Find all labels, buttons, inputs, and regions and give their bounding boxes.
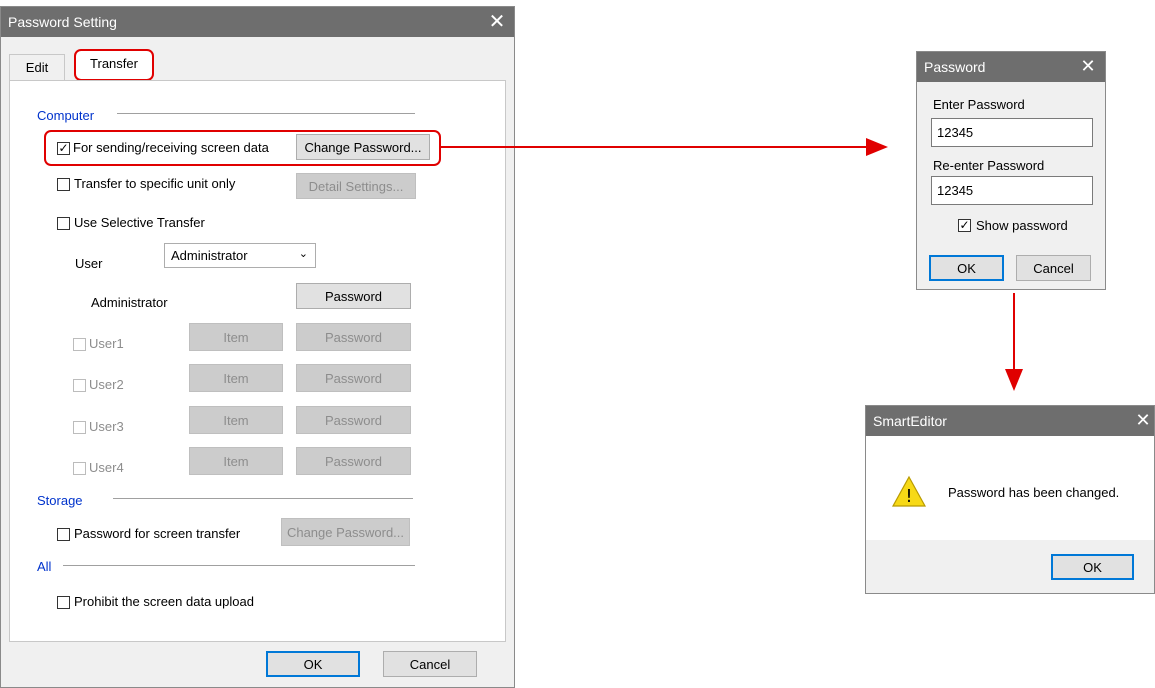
password-dialog-title: Password xyxy=(924,59,986,75)
user1-password-label: Password xyxy=(324,329,383,345)
selective-transfer-checkbox[interactable] xyxy=(57,217,70,230)
user-label: User xyxy=(75,256,103,271)
administrator-label: Administrator xyxy=(91,295,168,310)
enter-password-value: 12345 xyxy=(937,125,974,140)
password-cancel-button[interactable]: Cancel xyxy=(1016,255,1091,281)
user1-item-button[interactable]: Item xyxy=(189,323,283,351)
storage-change-password-button[interactable]: Change Password... xyxy=(281,518,410,546)
tab-edit-label: Edit xyxy=(25,60,49,75)
close-icon[interactable]: ✕ xyxy=(480,7,514,37)
detail-settings-button-label: Detail Settings... xyxy=(308,178,404,194)
specific-unit-checkbox[interactable] xyxy=(57,178,70,191)
all-group-divider xyxy=(63,565,415,566)
storage-change-password-label: Change Password... xyxy=(286,524,405,540)
show-password-label: Show password xyxy=(976,218,1068,233)
message-ok-label: OK xyxy=(1083,559,1102,575)
enter-password-label: Enter Password xyxy=(933,97,1025,112)
storage-group-divider xyxy=(113,498,413,499)
smarteditor-dialog: SmartEditor ✕ ! Password has been change… xyxy=(865,405,1155,594)
password-setting-dialog: Password Setting ✕ Edit Transfer Compute… xyxy=(0,6,515,688)
selective-transfer-label: Use Selective Transfer xyxy=(74,215,205,230)
prohibit-upload-checkbox[interactable] xyxy=(57,596,70,609)
user2-checkbox[interactable] xyxy=(73,379,86,392)
user4-password-button[interactable]: Password xyxy=(296,447,411,475)
user2-item-button[interactable]: Item xyxy=(189,364,283,392)
smarteditor-titlebar: SmartEditor ✕ xyxy=(866,406,1154,436)
reenter-password-field[interactable]: 12345 xyxy=(931,176,1093,205)
user2-item-label: Item xyxy=(223,370,249,386)
admin-password-button-label: Password xyxy=(324,288,383,304)
user3-checkbox[interactable] xyxy=(73,421,86,434)
user3-label: User3 xyxy=(89,419,124,434)
user2-password-button[interactable]: Password xyxy=(296,364,411,392)
warning-icon: ! xyxy=(891,475,927,507)
password-dialog: Password ✕ Enter Password 12345 Re-enter… xyxy=(916,51,1106,290)
arrowhead-right-icon xyxy=(866,138,888,156)
user-select[interactable]: Administrator ⌄ xyxy=(164,243,316,268)
svg-text:!: ! xyxy=(905,486,912,507)
user4-label: User4 xyxy=(89,460,124,475)
close-icon[interactable]: ✕ xyxy=(1071,52,1105,82)
user1-password-button[interactable]: Password xyxy=(296,323,411,351)
reenter-password-label: Re-enter Password xyxy=(933,158,1045,173)
tab-transfer[interactable]: Transfer xyxy=(74,49,154,81)
computer-group-divider xyxy=(117,113,415,114)
user4-checkbox[interactable] xyxy=(73,462,86,475)
detail-settings-button[interactable]: Detail Settings... xyxy=(296,173,416,199)
user3-item-label: Item xyxy=(223,412,249,428)
close-icon[interactable]: ✕ xyxy=(1132,406,1154,436)
admin-password-button[interactable]: Password xyxy=(296,283,411,309)
reenter-password-value: 12345 xyxy=(937,183,974,198)
change-password-button[interactable]: Change Password... xyxy=(296,134,430,160)
connector-arrow-vertical xyxy=(1013,293,1015,369)
change-password-button-label: Change Password... xyxy=(304,139,422,155)
chevron-down-icon: ⌄ xyxy=(298,247,308,260)
user2-label: User2 xyxy=(89,377,124,392)
smarteditor-title: SmartEditor xyxy=(873,413,947,429)
enter-password-field[interactable]: 12345 xyxy=(931,118,1093,147)
message-text: Password has been changed. xyxy=(948,485,1120,500)
password-dialog-titlebar: Password ✕ xyxy=(917,52,1105,82)
ok-button[interactable]: OK xyxy=(266,651,360,677)
user3-item-button[interactable]: Item xyxy=(189,406,283,434)
specific-unit-label: Transfer to specific unit only xyxy=(74,176,236,191)
user4-item-button[interactable]: Item xyxy=(189,447,283,475)
user3-password-button[interactable]: Password xyxy=(296,406,411,434)
arrowhead-down-icon xyxy=(1005,369,1023,391)
password-ok-label: OK xyxy=(957,260,976,276)
tab-transfer-label: Transfer xyxy=(90,56,138,71)
user2-password-label: Password xyxy=(324,370,383,386)
user4-password-label: Password xyxy=(324,453,383,469)
password-setting-title: Password Setting xyxy=(8,14,117,30)
tab-edit[interactable]: Edit xyxy=(9,54,65,80)
user1-item-label: Item xyxy=(223,329,249,345)
screen-transfer-label: Password for screen transfer xyxy=(74,526,241,541)
connector-arrow-horizontal xyxy=(440,146,868,148)
ok-button-label: OK xyxy=(303,656,323,672)
computer-group-label: Computer xyxy=(37,108,95,123)
cancel-button[interactable]: Cancel xyxy=(383,651,477,677)
all-group-label: All xyxy=(37,559,52,574)
screen-transfer-checkbox[interactable] xyxy=(57,528,70,541)
message-ok-button[interactable]: OK xyxy=(1051,554,1134,580)
user1-checkbox[interactable] xyxy=(73,338,86,351)
cancel-button-label: Cancel xyxy=(409,656,451,672)
user-select-value: Administrator xyxy=(171,248,248,263)
sending-receiving-checkbox[interactable]: ✓ xyxy=(57,142,70,155)
password-cancel-label: Cancel xyxy=(1033,260,1074,276)
prohibit-upload-label: Prohibit the screen data upload xyxy=(74,594,254,609)
password-ok-button[interactable]: OK xyxy=(929,255,1004,281)
sending-receiving-label: For sending/receiving screen data xyxy=(73,140,269,155)
user1-label: User1 xyxy=(89,336,124,351)
password-setting-titlebar: Password Setting ✕ xyxy=(1,7,514,37)
user4-item-label: Item xyxy=(223,453,249,469)
storage-group-label: Storage xyxy=(37,493,83,508)
show-password-checkbox[interactable]: ✓ xyxy=(958,219,971,232)
user3-password-label: Password xyxy=(324,412,383,428)
